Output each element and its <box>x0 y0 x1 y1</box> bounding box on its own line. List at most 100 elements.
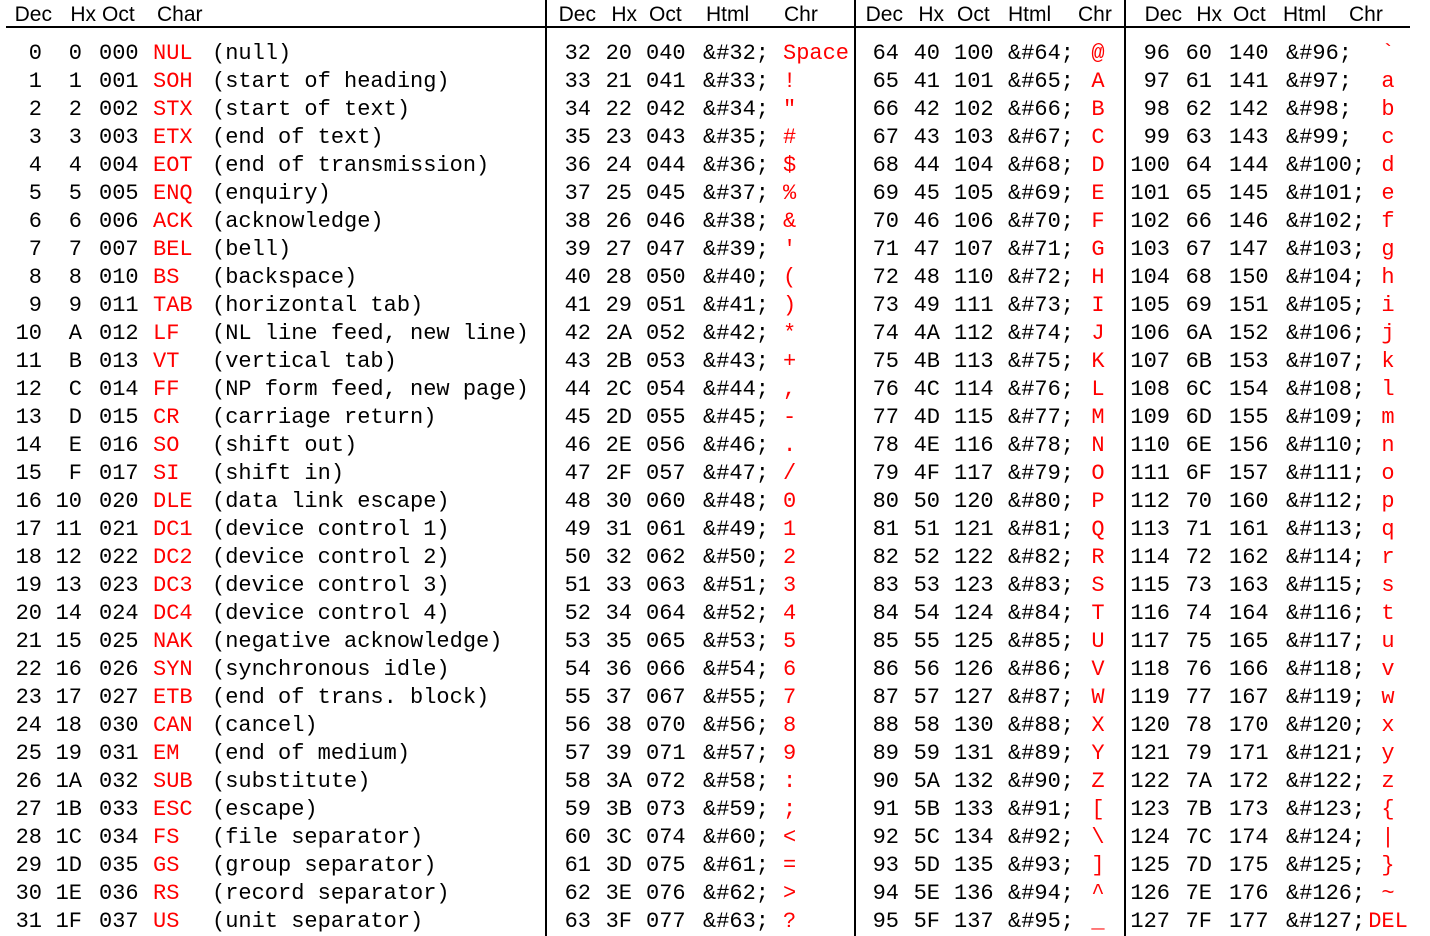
ascii-oct-cell: 156 <box>1229 433 1269 458</box>
ascii-code-cell: &#68; <box>1008 153 1075 178</box>
ascii-desc-cell: ' <box>783 237 797 262</box>
ascii-desc-cell: i <box>1381 293 1395 318</box>
ascii-dec-cell: 39 <box>564 237 591 262</box>
ascii-code-cell: NUL <box>153 41 193 66</box>
ascii-oct-cell: 161 <box>1229 517 1269 542</box>
ascii-hex-cell: 54 <box>913 601 940 626</box>
ascii-desc-cell: (start of heading) <box>212 69 450 94</box>
ascii-dec-cell: 21 <box>15 629 42 654</box>
ascii-code-cell: ETB <box>153 685 193 710</box>
ascii-code-cell: &#87; <box>1008 685 1075 710</box>
ascii-oct-cell: 110 <box>954 265 994 290</box>
ascii-oct-cell: 143 <box>1229 125 1269 150</box>
ascii-hex-cell: 1 <box>68 69 82 94</box>
ascii-oct-cell: 137 <box>954 909 994 934</box>
ascii-dec-cell: 8 <box>28 265 42 290</box>
ascii-hex-cell: 22 <box>605 97 632 122</box>
ascii-code-cell: &#55; <box>703 685 770 710</box>
header-block2-html: Html <box>1008 3 1052 26</box>
ascii-desc-cell: z <box>1381 769 1395 794</box>
ascii-code-cell: &#60; <box>703 825 770 850</box>
header-block1-hx: Hx <box>611 3 637 26</box>
ascii-hex-cell: 0 <box>68 41 82 66</box>
ascii-oct-cell: 077 <box>646 909 686 934</box>
ascii-hex-cell: 29 <box>605 293 632 318</box>
ascii-dec-cell: 20 <box>15 601 42 626</box>
ascii-hex-cell: 6B <box>1185 349 1212 374</box>
ascii-dec-cell: 59 <box>564 797 591 822</box>
ascii-hex-cell: 2A <box>605 321 632 346</box>
ascii-oct-cell: 100 <box>954 41 994 66</box>
ascii-dec-cell: 51 <box>564 573 591 598</box>
ascii-oct-cell: 025 <box>99 629 139 654</box>
ascii-hex-cell: 36 <box>605 657 632 682</box>
ascii-desc-cell: | <box>1381 825 1395 850</box>
ascii-oct-cell: 023 <box>99 573 139 598</box>
ascii-dec-cell: 93 <box>872 853 899 878</box>
ascii-code-cell: ACK <box>153 209 193 234</box>
ascii-code-cell: &#110; <box>1286 433 1366 458</box>
ascii-code-cell: &#95; <box>1008 909 1075 934</box>
ascii-dec-cell: 99 <box>1143 125 1170 150</box>
ascii-dec-cell: 85 <box>872 629 899 654</box>
ascii-oct-cell: 171 <box>1229 741 1269 766</box>
ascii-hex-cell: 20 <box>605 41 632 66</box>
ascii-code-cell: &#57; <box>703 741 770 766</box>
ascii-hex-cell: 68 <box>1185 265 1212 290</box>
ascii-oct-cell: 070 <box>646 713 686 738</box>
ascii-dec-cell: 102 <box>1130 209 1170 234</box>
ascii-code-cell: &#101; <box>1286 181 1366 206</box>
ascii-desc-cell: m <box>1381 405 1395 430</box>
ascii-code-cell: &#82; <box>1008 545 1075 570</box>
ascii-oct-cell: 065 <box>646 629 686 654</box>
ascii-oct-cell: 135 <box>954 853 994 878</box>
ascii-desc-cell: + <box>783 349 797 374</box>
ascii-hex-cell: 50 <box>913 489 940 514</box>
ascii-code-cell: GS <box>153 853 180 878</box>
column-divider-1 <box>545 0 547 936</box>
ascii-hex-cell: 35 <box>605 629 632 654</box>
ascii-hex-cell: 1F <box>55 909 82 934</box>
ascii-dec-cell: 27 <box>15 797 42 822</box>
ascii-dec-cell: 101 <box>1130 181 1170 206</box>
header-block2-hx: Hx <box>918 3 944 26</box>
ascii-hex-cell: 53 <box>913 573 940 598</box>
ascii-code-cell: ETX <box>153 125 193 150</box>
ascii-hex-cell: 12 <box>55 545 82 570</box>
ascii-code-cell: &#78; <box>1008 433 1075 458</box>
ascii-desc-cell: K <box>1091 349 1105 374</box>
ascii-hex-cell: 3E <box>605 881 632 906</box>
ascii-oct-cell: 073 <box>646 797 686 822</box>
ascii-dec-cell: 38 <box>564 209 591 234</box>
header-block3-dec: Dec <box>1144 3 1182 26</box>
ascii-code-cell: &#96; <box>1286 41 1353 66</box>
ascii-hex-cell: 33 <box>605 573 632 598</box>
ascii-code-cell: &#102; <box>1286 209 1366 234</box>
ascii-hex-cell: 7C <box>1185 825 1212 850</box>
ascii-oct-cell: 011 <box>99 293 139 318</box>
ascii-oct-cell: 002 <box>99 97 139 122</box>
header-block0-oct: Oct <box>102 3 135 26</box>
ascii-code-cell: ESC <box>153 797 193 822</box>
ascii-code-cell: &#36; <box>703 153 770 178</box>
ascii-oct-cell: 155 <box>1229 405 1269 430</box>
ascii-hex-cell: 9 <box>68 293 82 318</box>
ascii-dec-cell: 62 <box>564 881 591 906</box>
ascii-desc-cell: ? <box>783 909 797 934</box>
ascii-hex-cell: C <box>68 377 82 402</box>
ascii-oct-cell: 176 <box>1229 881 1269 906</box>
ascii-desc-cell: s <box>1381 573 1395 598</box>
header-block3-chr: Chr <box>1349 3 1383 26</box>
ascii-hex-cell: 3A <box>605 769 632 794</box>
ascii-code-cell: &#98; <box>1286 97 1353 122</box>
ascii-code-cell: RS <box>153 881 180 906</box>
ascii-hex-cell: 51 <box>913 517 940 542</box>
ascii-oct-cell: 072 <box>646 769 686 794</box>
ascii-desc-cell: J <box>1091 321 1105 346</box>
ascii-oct-cell: 120 <box>954 489 994 514</box>
ascii-hex-cell: 4 <box>68 153 82 178</box>
ascii-hex-cell: 2F <box>605 461 632 486</box>
ascii-oct-cell: 027 <box>99 685 139 710</box>
ascii-oct-cell: 045 <box>646 181 686 206</box>
ascii-code-cell: &#127; <box>1286 909 1366 934</box>
